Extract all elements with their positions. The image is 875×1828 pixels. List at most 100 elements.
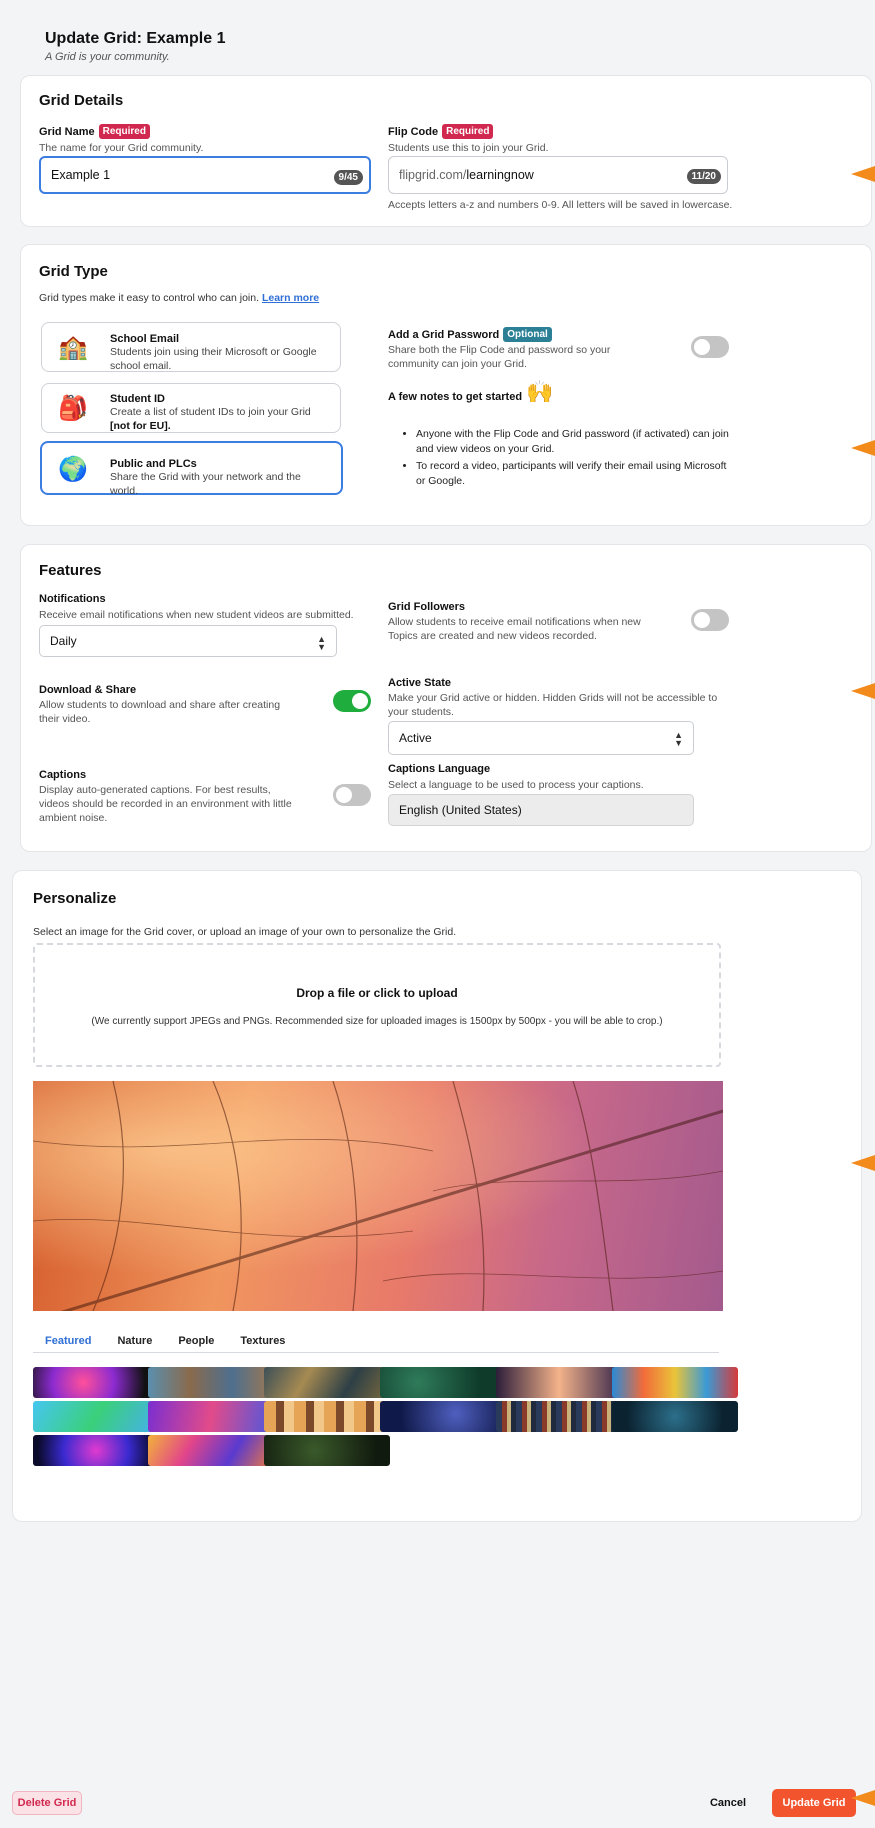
captions-language-hint: Select a language to be used to process … [388, 779, 644, 791]
active-state-select[interactable]: Active ▲ ▼ [388, 721, 694, 755]
features-card: Features Notifications Receive email not… [20, 544, 872, 852]
download-share-toggle[interactable] [333, 690, 371, 712]
grid-type-student-id[interactable]: 🎒 Student ID Create a list of student ID… [41, 383, 341, 433]
school-icon: 🏫 [58, 334, 88, 361]
optional-badge: Optional [503, 327, 552, 342]
image-category-tabs: Featured Nature People Textures [45, 1335, 285, 1347]
grid-password-toggle[interactable] [691, 336, 729, 358]
annotation-arrow [851, 1155, 875, 1171]
flip-code-prefix: flipgrid.com/ [399, 168, 467, 182]
toggle-knob [694, 612, 710, 628]
notes-title: A few notes to get started 🙌 [388, 379, 553, 405]
raised-hands-icon: 🙌 [526, 379, 554, 404]
toggle-knob [336, 787, 352, 803]
grid-details-card: Grid Details Grid Name Required The name… [20, 75, 872, 227]
notifications-value: Daily [50, 634, 77, 648]
cover-image-preview [33, 1081, 723, 1311]
tab-textures[interactable]: Textures [240, 1335, 285, 1347]
grid-type-option-title: Student ID [110, 393, 165, 405]
grid-followers-toggle[interactable] [691, 609, 729, 631]
flip-code-label: Flip Code Required [388, 124, 494, 139]
personalize-intro: Select an image for the Grid cover, or u… [33, 926, 457, 938]
grid-followers-hint: Allow students to receive email notifica… [388, 616, 641, 643]
grid-followers-label: Grid Followers [388, 601, 466, 613]
features-title: Features [39, 562, 102, 579]
notifications-select[interactable]: Daily ▲ ▼ [39, 625, 337, 657]
grid-type-option-desc: Students join using their Microsoft or G… [110, 346, 317, 372]
grid-password-label: Add a Grid Password Optional [388, 327, 552, 342]
grid-name-input[interactable]: Example 1 9/45 [39, 156, 371, 194]
cover-thumbnail[interactable] [612, 1401, 738, 1432]
notifications-hint: Receive email notifications when new stu… [39, 609, 354, 621]
grid-type-option-title: School Email [110, 333, 180, 345]
cover-thumbnail[interactable] [148, 1435, 274, 1466]
cover-thumbnail[interactable] [33, 1435, 159, 1466]
grid-type-intro-text: Grid types make it easy to control who c… [39, 292, 260, 304]
upload-note: (We currently support JPEGs and PNGs. Re… [91, 1016, 663, 1027]
captions-label: Captions [39, 769, 87, 781]
cover-thumbnail[interactable] [380, 1367, 506, 1398]
flip-code-value: learningnow [466, 168, 534, 182]
tab-featured[interactable]: Featured [45, 1335, 91, 1347]
tabs-divider [33, 1352, 719, 1353]
page-header: Update Grid: Example 1 A Grid is your co… [45, 30, 226, 63]
grid-type-card: Grid Type Grid types make it easy to con… [20, 244, 872, 526]
download-share-label: Download & Share [39, 684, 137, 696]
update-grid-button[interactable]: Update Grid [772, 1789, 856, 1817]
upload-dropzone[interactable]: Drop a file or click to upload (We curre… [33, 943, 721, 1067]
grid-type-option-desc: Create a list of student IDs to join you… [110, 406, 330, 433]
active-state-hint: Make your Grid active or hidden. Hidden … [388, 692, 718, 719]
captions-language-value: English (United States) [399, 803, 522, 817]
cover-thumbnail[interactable] [264, 1401, 390, 1432]
note-item: To record a video, participants will ver… [416, 459, 732, 488]
grid-name-label-text: Grid Name [39, 125, 95, 138]
tab-nature[interactable]: Nature [117, 1335, 152, 1347]
captions-language-select[interactable]: English (United States) [388, 794, 694, 826]
cover-thumbnail[interactable] [148, 1401, 274, 1432]
cover-thumbnail[interactable] [496, 1401, 622, 1432]
select-arrows-icon: ▲ ▼ [674, 730, 683, 748]
note-item: Anyone with the Flip Code and Grid passw… [416, 427, 732, 456]
student-id-desc: Create a list of student IDs to join you… [110, 406, 311, 418]
grid-type-public-plcs[interactable]: 🌍 Public and PLCs Share the Grid with yo… [40, 441, 343, 497]
page-subtitle: A Grid is your community. [45, 51, 170, 63]
grid-name-label: Grid Name Required [39, 124, 150, 139]
cover-thumbnail[interactable] [612, 1367, 738, 1398]
cover-thumbnail[interactable] [148, 1367, 274, 1398]
cancel-button[interactable]: Cancel [700, 1791, 756, 1815]
captions-hint: Display auto-generated captions. For bes… [39, 784, 292, 825]
annotation-arrow [851, 683, 875, 699]
grid-name-value: Example 1 [51, 168, 111, 182]
student-id-desc-bold: [not for EU]. [110, 419, 171, 432]
grid-type-school-email[interactable]: 🏫 School Email Students join using their… [41, 322, 341, 372]
cover-thumbnail[interactable] [33, 1401, 159, 1432]
active-state-label: Active State [388, 677, 451, 689]
cover-thumbnail[interactable] [496, 1367, 622, 1398]
tab-people[interactable]: People [178, 1335, 214, 1347]
required-badge: Required [98, 124, 150, 139]
grid-type-intro: Grid types make it easy to control who c… [39, 291, 319, 305]
learn-more-link[interactable]: Learn more [262, 292, 319, 304]
cover-thumbnail[interactable] [264, 1435, 390, 1466]
grid-password-label-text: Add a Grid Password [388, 328, 500, 341]
delete-grid-button[interactable]: Delete Grid [12, 1791, 82, 1815]
select-arrows-icon: ▲ ▼ [317, 634, 326, 652]
grid-name-counter: 9/45 [333, 170, 363, 185]
globe-icon: 🌍 [58, 456, 88, 483]
grid-details-title: Grid Details [39, 92, 124, 109]
flip-code-input[interactable]: flipgrid.com/ learningnow 11/20 [388, 156, 728, 194]
notes-title-text: A few notes to get started [388, 391, 523, 403]
backpack-icon: 🎒 [58, 395, 88, 422]
captions-toggle[interactable] [333, 784, 371, 806]
cover-thumbnail[interactable] [33, 1367, 159, 1398]
flip-code-label-text: Flip Code [388, 125, 439, 138]
download-share-hint: Allow students to download and share aft… [39, 699, 281, 726]
grid-password-hint: Share both the Flip Code and password so… [388, 344, 611, 371]
flip-code-note: Accepts letters a-z and numbers 0-9. All… [388, 199, 733, 211]
active-state-value: Active [399, 731, 432, 745]
cover-thumbnail[interactable] [380, 1401, 506, 1432]
page-title: Update Grid: Example 1 [45, 30, 226, 47]
notes-list: Anyone with the Flip Code and Grid passw… [402, 427, 732, 492]
cover-thumbnail[interactable] [264, 1367, 390, 1398]
toggle-knob [694, 339, 710, 355]
